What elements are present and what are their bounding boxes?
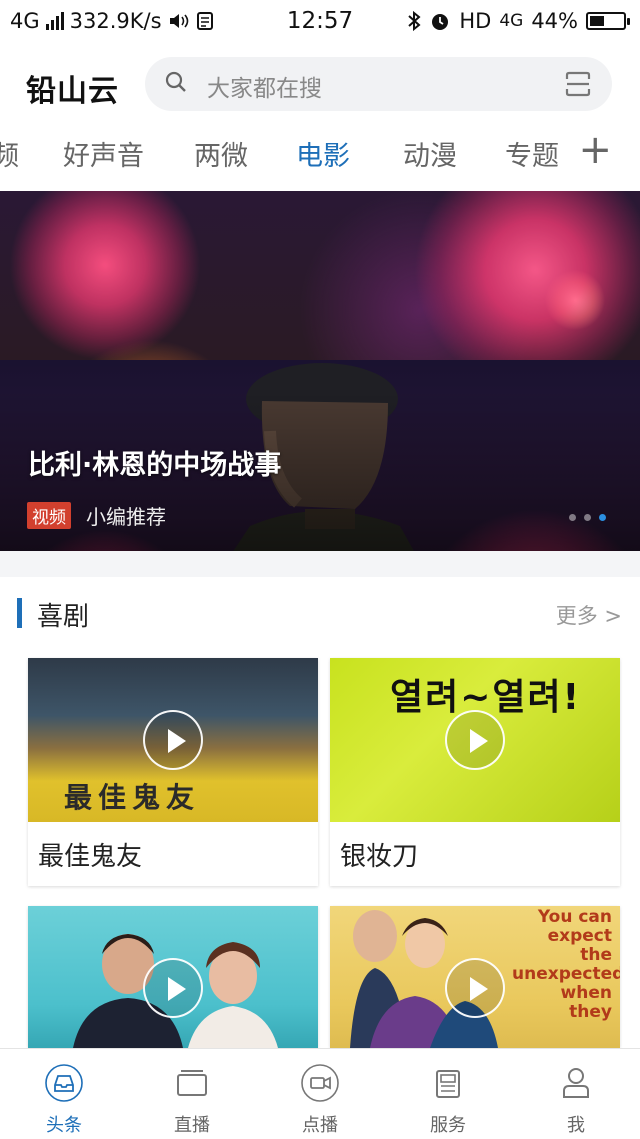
live-tv-icon xyxy=(177,1070,207,1096)
nav-label: 我 xyxy=(567,1115,585,1136)
more-link[interactable]: 更多 > xyxy=(556,600,622,630)
app-header: 铅山云 大家都在搜 xyxy=(0,54,640,118)
category-tabs: 频 好声音 两微 电影 动漫 专题 + xyxy=(0,122,640,184)
banner-title[interactable]: 比利·林恩的中场战事 xyxy=(28,443,281,482)
movie-poster: 最佳鬼友 xyxy=(28,658,318,822)
tab-partial[interactable]: 频 xyxy=(0,134,19,173)
status-bar: 4G 332.9K/s 12:57 HD 4G 44% xyxy=(0,0,640,44)
add-tab-button[interactable]: + xyxy=(578,126,612,174)
play-icon[interactable] xyxy=(143,710,203,770)
section-accent-bar xyxy=(17,598,22,628)
movie-poster: 열려~열려! xyxy=(330,658,620,822)
movie-card[interactable]: You can expect the unexpected when they xyxy=(330,906,620,1070)
play-icon[interactable] xyxy=(445,958,505,1018)
bottom-nav: 头条 直播 点播 服务 我 xyxy=(0,1048,640,1139)
tab-movies[interactable]: 电影 xyxy=(296,134,350,173)
nav-label: 直播 xyxy=(174,1115,210,1136)
hd-indicator: HD xyxy=(459,9,492,33)
news-tray-icon xyxy=(45,1064,83,1102)
nav-headlines[interactable]: 头条 xyxy=(0,1049,128,1139)
banner-subtitle: 小编推荐 xyxy=(86,505,166,529)
section-divider xyxy=(0,551,640,577)
section-title: 喜剧 xyxy=(37,602,90,632)
bluetooth-icon xyxy=(408,10,421,32)
comedy-section-header: 喜剧 更多 > xyxy=(0,590,640,638)
nav-label: 点播 xyxy=(302,1115,338,1136)
tab-anime[interactable]: 动漫 xyxy=(403,134,457,173)
video-camera-icon xyxy=(301,1064,339,1102)
movie-title: 银妆刀 xyxy=(340,842,419,872)
nav-services[interactable]: 服务 xyxy=(384,1049,512,1139)
status-right: HD 4G 44% xyxy=(407,9,630,33)
nav-label: 服务 xyxy=(430,1115,466,1136)
play-icon[interactable] xyxy=(143,958,203,1018)
play-icon[interactable] xyxy=(445,710,505,770)
carousel-dot[interactable] xyxy=(569,514,576,521)
poster-title: 最佳鬼友 xyxy=(64,781,201,814)
movie-card[interactable]: 最佳鬼友 最佳鬼友 xyxy=(28,658,318,886)
movie-card[interactable]: 열려~열려! 银妆刀 xyxy=(330,658,620,886)
tab-topics[interactable]: 专题 xyxy=(505,134,559,173)
search-placeholder[interactable]: 大家都在搜 xyxy=(207,69,322,103)
tab-weibo-wechat[interactable]: 两微 xyxy=(194,134,248,173)
movie-poster: You can expect the unexpected when they xyxy=(330,906,620,1070)
tab-good-voice[interactable]: 好声音 xyxy=(63,134,144,173)
carousel-dot[interactable] xyxy=(584,514,591,521)
carousel-dot-active[interactable] xyxy=(599,514,606,521)
nav-me[interactable]: 我 xyxy=(512,1049,640,1139)
nav-vod[interactable]: 点播 xyxy=(256,1049,384,1139)
nav-label: 头条 xyxy=(46,1115,82,1136)
user-icon xyxy=(563,1068,589,1098)
banner-badge: 视频 xyxy=(27,502,71,529)
search-icon xyxy=(165,71,186,92)
scan-icon[interactable] xyxy=(564,70,592,98)
nav-live[interactable]: 直播 xyxy=(128,1049,256,1139)
movie-card[interactable] xyxy=(28,906,318,1070)
featured-banner[interactable]: 比利·林恩的中场战事 视频 小编推荐 xyxy=(0,191,640,551)
app-brand: 铅山云 xyxy=(26,74,119,109)
carousel-dots xyxy=(569,514,606,521)
movie-title: 最佳鬼友 xyxy=(38,842,143,872)
network-type-right: 4G xyxy=(499,11,524,31)
document-icon xyxy=(436,1070,460,1098)
search-bar[interactable]: 大家都在搜 xyxy=(145,57,612,111)
alarm-icon xyxy=(432,14,449,30)
battery-icon xyxy=(586,12,630,30)
movie-poster xyxy=(28,906,318,1070)
poster-tagline: You can expect the unexpected when they xyxy=(512,907,620,1022)
battery-percent: 44% xyxy=(531,9,578,33)
